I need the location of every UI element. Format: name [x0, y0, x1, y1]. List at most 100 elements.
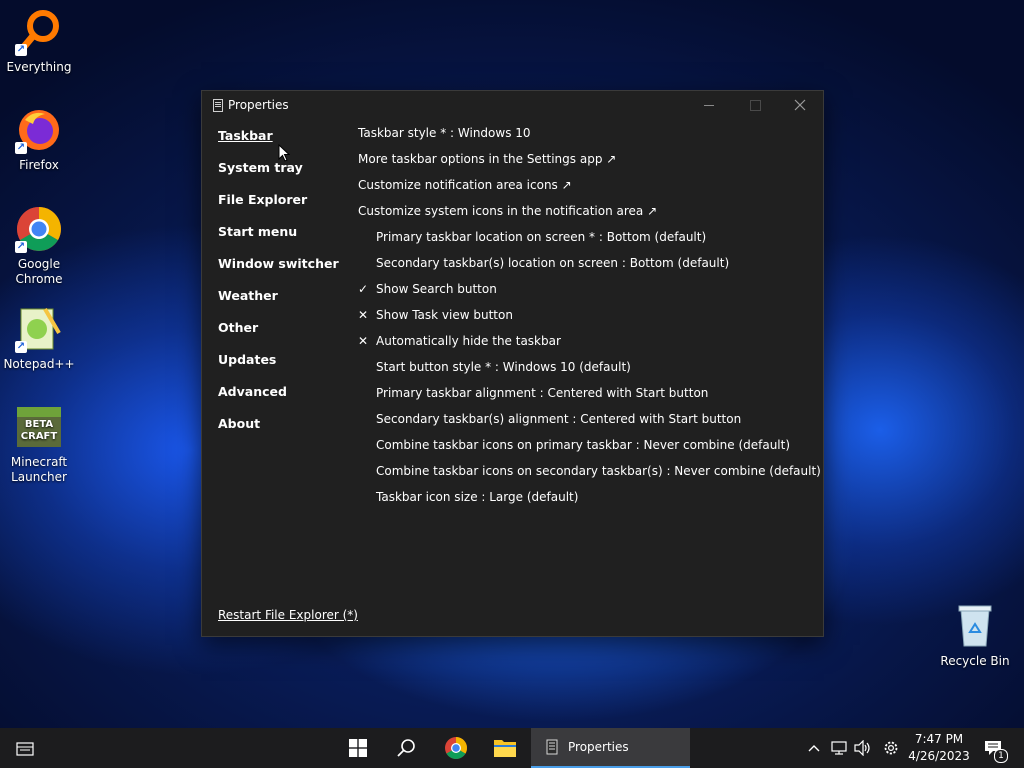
setting-primary-taskbar-alignment[interactable]: Primary taskbar alignment : Centered wit…: [358, 385, 813, 411]
start-button[interactable]: [334, 728, 382, 768]
close-icon: [794, 99, 806, 111]
nav-item-updates[interactable]: Updates: [218, 352, 339, 384]
clock-date: 4/26/2023: [908, 749, 970, 763]
notepadpp-icon: ↗: [15, 305, 63, 353]
setting-customize-system-icons-link[interactable]: Customize system icons in the notificati…: [358, 203, 813, 229]
properties-app-icon: [213, 99, 223, 112]
desktop-icon-label: Minecraft Launcher: [10, 455, 68, 484]
network-icon: [831, 741, 847, 755]
firefox-icon: ↗: [15, 106, 63, 154]
tray-overflow-button[interactable]: [803, 728, 825, 768]
setting-combine-icons-primary[interactable]: Combine taskbar icons on primary taskbar…: [358, 437, 813, 463]
desktop-icon-chrome[interactable]: ↗ Google Chrome: [0, 205, 78, 287]
restart-file-explorer-link[interactable]: Restart File Explorer (*): [218, 608, 358, 622]
setting-label: Primary taskbar location on screen * : B…: [376, 230, 707, 244]
shortcut-arrow-icon: ↗: [15, 44, 27, 56]
setting-label: Secondary taskbar(s) location on screen …: [376, 256, 730, 270]
setting-combine-icons-secondary[interactable]: Combine taskbar icons on secondary taskb…: [358, 463, 821, 489]
properties-app-icon: [546, 739, 558, 755]
taskbar-app-label: Properties: [568, 740, 629, 754]
nav-item-other[interactable]: Other: [218, 320, 339, 352]
desktop-icon-minecraft[interactable]: BETA CRAFT Minecraft Launcher: [0, 403, 78, 485]
properties-window: Properties Taskbar System tray File Expl…: [201, 90, 824, 637]
chevron-up-icon: [808, 745, 820, 752]
taskbar-chrome-button[interactable]: [432, 728, 480, 768]
nav-item-window-switcher[interactable]: Window switcher: [218, 256, 339, 288]
setting-start-button-style[interactable]: Start button style * : Windows 10 (defau…: [358, 359, 813, 385]
notification-count-badge: 1: [994, 749, 1008, 763]
setting-label: Primary taskbar alignment : Centered wit…: [376, 386, 709, 400]
notification-center-button[interactable]: 1: [978, 728, 1018, 768]
desktop-icon-notepadpp[interactable]: ↗ Notepad++: [0, 305, 78, 372]
mouse-cursor-icon: [278, 144, 290, 162]
gear-icon: [884, 741, 898, 755]
svg-text:BETA: BETA: [25, 419, 53, 430]
checkmark-icon: ✓: [358, 282, 369, 296]
show-desktop-button[interactable]: [0, 728, 48, 768]
taskbar-properties-button[interactable]: Properties: [531, 728, 690, 768]
cross-icon: ✕: [358, 308, 369, 322]
setting-more-taskbar-options-link[interactable]: More taskbar options in the Settings app…: [358, 151, 813, 177]
search-button[interactable]: [382, 728, 430, 768]
shortcut-arrow-icon: ↗: [15, 341, 27, 353]
desktop-icon-recycle-bin[interactable]: Recycle Bin: [936, 602, 1014, 669]
setting-show-task-view-button[interactable]: ✕ Show Task view button: [358, 307, 813, 333]
setting-customize-notification-icons-link[interactable]: Customize notification area icons ↗: [358, 177, 813, 203]
setting-label: Customize notification area icons ↗: [358, 178, 572, 192]
minecraft-icon: BETA CRAFT: [15, 403, 63, 451]
desktop-icon-label: Notepad++: [3, 357, 75, 371]
desktop-icon-label: Recycle Bin: [940, 654, 1010, 668]
volume-button[interactable]: [851, 728, 875, 768]
network-button[interactable]: [827, 728, 851, 768]
nav-item-start-menu[interactable]: Start menu: [218, 224, 339, 256]
nav-item-file-explorer[interactable]: File Explorer: [218, 192, 339, 224]
setting-auto-hide-taskbar[interactable]: ✕ Automatically hide the taskbar: [358, 333, 813, 359]
window-title: Properties: [228, 98, 289, 112]
volume-icon: [854, 740, 870, 756]
recycle-bin-icon: [951, 602, 999, 650]
search-icon: [397, 739, 415, 757]
nav-item-advanced[interactable]: Advanced: [218, 384, 339, 416]
minimize-button[interactable]: [685, 91, 731, 119]
nav-item-about[interactable]: About: [218, 416, 339, 448]
folder-icon: [494, 740, 516, 757]
setting-secondary-taskbar-alignment[interactable]: Secondary taskbar(s) alignment : Centere…: [358, 411, 813, 437]
setting-label: Combine taskbar icons on primary taskbar…: [376, 438, 791, 452]
everything-icon: ↗: [15, 8, 63, 56]
setting-label: Secondary taskbar(s) alignment : Centere…: [376, 412, 742, 426]
desktop-icon-label: Firefox: [19, 158, 59, 172]
taskbar: Properties 7:47 PM 4/26/2023 1: [0, 728, 1024, 768]
desktop-icon-label: Everything: [6, 60, 72, 74]
chrome-icon: [445, 737, 467, 759]
setting-label: Show Search button: [376, 282, 497, 296]
sidebar-nav: Taskbar System tray File Explorer Start …: [218, 128, 339, 448]
setting-label: Taskbar icon size : Large (default): [376, 490, 579, 504]
clock-time: 7:47 PM: [914, 732, 964, 746]
show-desktop-icon: [16, 742, 34, 756]
setting-primary-taskbar-location[interactable]: Primary taskbar location on screen * : B…: [358, 229, 813, 255]
setting-taskbar-style[interactable]: Taskbar style * : Windows 10: [358, 125, 813, 151]
svg-text:CRAFT: CRAFT: [21, 431, 58, 442]
setting-label: Customize system icons in the notificati…: [358, 204, 658, 218]
close-button[interactable]: [777, 91, 823, 119]
setting-show-search-button[interactable]: ✓ Show Search button: [358, 281, 813, 307]
windows-logo-icon: [349, 739, 367, 757]
setting-secondary-taskbar-location[interactable]: Secondary taskbar(s) location on screen …: [358, 255, 813, 281]
maximize-button[interactable]: [731, 91, 777, 119]
shortcut-arrow-icon: ↗: [15, 241, 27, 253]
settings-button[interactable]: [877, 728, 905, 768]
settings-list: Taskbar style * : Windows 10 More taskba…: [358, 125, 821, 515]
chrome-icon: ↗: [15, 205, 63, 253]
setting-label: More taskbar options in the Settings app…: [358, 152, 617, 166]
desktop-icon-everything[interactable]: ↗ Everything: [0, 8, 78, 75]
setting-label: Show Task view button: [376, 308, 513, 322]
nav-item-weather[interactable]: Weather: [218, 288, 339, 320]
setting-taskbar-icon-size[interactable]: Taskbar icon size : Large (default): [358, 489, 813, 515]
setting-label: Combine taskbar icons on secondary taskb…: [376, 464, 821, 478]
window-titlebar[interactable]: Properties: [202, 91, 823, 119]
desktop-icon-firefox[interactable]: ↗ Firefox: [0, 106, 78, 173]
nav-item-system-tray[interactable]: System tray: [218, 160, 339, 192]
clock[interactable]: 7:47 PM 4/26/2023: [906, 728, 972, 768]
setting-label: Start button style * : Windows 10 (defau…: [376, 360, 631, 374]
taskbar-file-explorer-button[interactable]: [481, 728, 529, 768]
